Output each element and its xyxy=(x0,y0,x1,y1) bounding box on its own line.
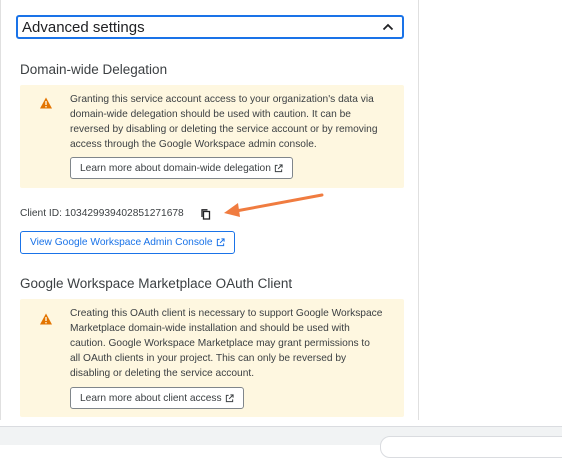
delegation-warning-box: Granting this service account access to … xyxy=(20,85,404,188)
warning-icon xyxy=(40,97,52,109)
chevron-up-icon xyxy=(382,23,394,31)
bottom-search-pill[interactable] xyxy=(380,436,562,458)
view-admin-console-button[interactable]: View Google Workspace Admin Console xyxy=(20,231,235,254)
warning-line: Creating this OAuth client is necessary … xyxy=(70,308,383,319)
client-id-text: Client ID: 103429939402851271678 xyxy=(20,208,184,219)
warning-line: disabling or deleting the service accoun… xyxy=(70,368,255,379)
learn-more-client-access-button[interactable]: Learn more about client access xyxy=(70,387,244,409)
advanced-settings-toggle[interactable]: Advanced settings xyxy=(16,15,404,39)
warning-line: caution. Google Workspace Marketplace ma… xyxy=(70,338,370,349)
panel-left-border xyxy=(0,0,1,420)
warning-line: access through the Google Workspace admi… xyxy=(70,139,317,150)
advanced-settings-title: Advanced settings xyxy=(22,18,145,36)
warning-line: Granting this service account access to … xyxy=(70,94,374,105)
marketplace-warning-text: Creating this OAuth client is necessary … xyxy=(70,306,400,381)
copy-icon[interactable] xyxy=(200,208,212,221)
warning-line: reversed by disabling or deleting the se… xyxy=(70,124,378,135)
learn-more-delegation-label: Learn more about domain-wide delegation xyxy=(80,162,271,174)
learn-more-client-access-label: Learn more about client access xyxy=(80,392,222,404)
warning-line: all OAuth clients in your project. This … xyxy=(70,353,347,364)
annotation-arrow xyxy=(224,193,324,217)
open-in-new-icon xyxy=(225,393,234,402)
open-in-new-icon xyxy=(216,238,225,247)
marketplace-section-title: Google Workspace Marketplace OAuth Clien… xyxy=(20,276,293,291)
marketplace-warning-box: Creating this OAuth client is necessary … xyxy=(20,299,404,417)
warning-line: Marketplace domain-wide installation and… xyxy=(70,323,350,334)
open-in-new-icon xyxy=(274,163,283,172)
view-admin-console-label: View Google Workspace Admin Console xyxy=(30,237,213,248)
learn-more-delegation-button[interactable]: Learn more about domain-wide delegation xyxy=(70,157,293,179)
warning-icon xyxy=(40,313,52,325)
delegation-warning-text: Granting this service account access to … xyxy=(70,92,400,152)
panel-right-border xyxy=(418,0,419,420)
delegation-section-title: Domain-wide Delegation xyxy=(20,62,168,77)
warning-line: domain-wide delegation should be used wi… xyxy=(70,109,351,120)
